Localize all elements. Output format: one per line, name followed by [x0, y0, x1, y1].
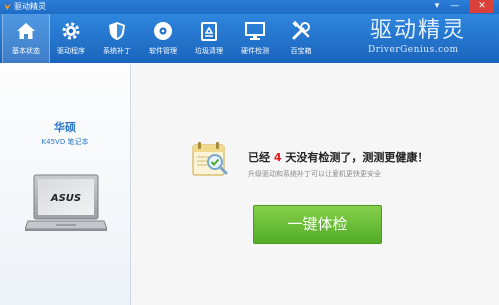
tab-toolbox[interactable]: 百宝箱	[278, 14, 324, 63]
status-prefix: 已经	[248, 151, 270, 164]
home-icon	[17, 23, 35, 39]
health-report-icon	[192, 142, 228, 176]
tab-label: 软件管理	[149, 47, 177, 55]
tab-label: 垃圾清理	[195, 47, 223, 55]
brand-url: DriverGenius.com	[368, 45, 459, 55]
laptop-image: ASUS	[25, 174, 107, 231]
tab-hardware-check[interactable]: 硬件检测	[232, 14, 278, 63]
tab-system-patches[interactable]: 系统补丁	[94, 14, 140, 63]
menu-button[interactable]: ▾	[430, 0, 444, 13]
device-brand: 华硕	[54, 121, 76, 134]
app-window: 驱动精灵 ▾ — ✕ 基本状态 驱动程序 系统补丁 软件管理 垃圾清理 硬件检测…	[0, 0, 499, 305]
days-since-check: 4	[273, 151, 282, 164]
tab-label: 硬件检测	[241, 47, 269, 55]
title-bar[interactable]: 驱动精灵 ▾ — ✕	[0, 0, 499, 14]
window-title: 驱动精灵	[14, 2, 46, 11]
close-button[interactable]: ✕	[470, 0, 494, 13]
trash-icon	[201, 22, 217, 41]
tab-label: 百宝箱	[290, 47, 312, 55]
status-hint: 升级驱动和系统补丁可以让爱机更快更安全	[248, 170, 381, 178]
status-headline: 已经 4 天没有检测了，测测更健康！	[248, 149, 428, 165]
tab-drivers[interactable]: 驱动程序	[48, 14, 94, 63]
tab-label: 系统补丁	[103, 47, 131, 55]
gear-icon	[62, 22, 80, 40]
one-click-check-button[interactable]: 一键体检	[253, 205, 382, 244]
device-panel: 华硕 K45VD 笔记本 ASUS	[0, 63, 131, 305]
status-panel: 已经 4 天没有检测了，测测更健康！ 升级驱动和系统补丁可以让爱机更快更安全 一…	[131, 63, 499, 305]
tab-junk-cleanup[interactable]: 垃圾清理	[186, 14, 232, 63]
tools-icon	[292, 20, 310, 40]
tab-basic-status[interactable]: 基本状态	[2, 14, 50, 63]
monitor-icon	[245, 22, 265, 40]
tab-label: 驱动程序	[57, 47, 85, 55]
brand-name-cn: 驱动精灵	[370, 18, 467, 43]
tab-software-manager[interactable]: 软件管理	[140, 14, 186, 63]
disc-icon	[154, 22, 172, 40]
minimize-button[interactable]: —	[448, 0, 462, 13]
shield-icon	[109, 22, 125, 40]
laptop-logo-text: ASUS	[50, 193, 81, 204]
device-model: K45VD 笔记本	[41, 138, 89, 146]
tab-label: 基本状态	[12, 47, 40, 55]
app-logo-icon	[3, 2, 12, 11]
status-suffix: 天没有检测了，测测更健康！	[285, 151, 429, 164]
brand-logo: 驱动精灵 DriverGenius.com	[362, 18, 482, 62]
